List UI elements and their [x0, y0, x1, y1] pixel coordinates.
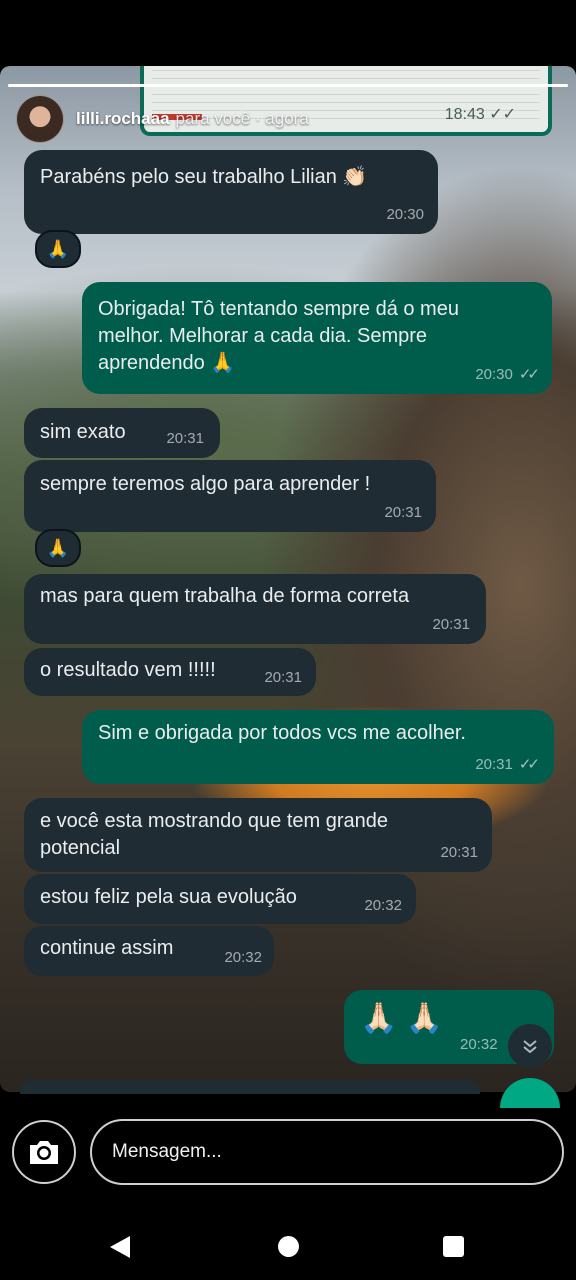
chevron-double-down-icon: [523, 1040, 537, 1054]
partial-message-bubble: [20, 1080, 480, 1094]
message-time: 20:31: [432, 616, 470, 633]
message-time: 20:31: [166, 430, 204, 447]
message-text: continue assim: [40, 937, 174, 959]
recents-icon[interactable]: [443, 1236, 464, 1257]
message-time: 20:31: [264, 669, 302, 686]
message-text: estou feliz pela sua evolução: [40, 886, 297, 908]
home-icon[interactable]: [278, 1236, 299, 1257]
message-input[interactable]: Mensagem...: [90, 1119, 564, 1185]
message-time: 20:32: [364, 897, 402, 914]
message-bubble: estou feliz pela sua evolução 20:32: [24, 874, 416, 924]
message-time: 20:32: [460, 1036, 498, 1053]
message-text: e você esta mostrando que tem grande pot…: [40, 810, 388, 859]
double-check-icon: ✓✓: [518, 366, 540, 383]
message-time: 20:31: [440, 844, 478, 861]
message-time: 20:32: [224, 949, 262, 966]
message-time: 20:30 ✓✓: [475, 366, 540, 383]
message-text: Parabéns pelo seu trabalho Lilian 👏🏻: [40, 166, 368, 188]
message-text: sim exato: [40, 421, 126, 443]
reaction-badge[interactable]: 🙏: [35, 230, 81, 268]
message-text: mas para quem trabalha de forma correta: [40, 585, 410, 607]
message-text: Sim e obrigada por todos vcs me acolher.: [98, 722, 466, 744]
camera-icon: [30, 1141, 58, 1164]
camera-button[interactable]: [12, 1120, 76, 1184]
back-icon[interactable]: [110, 1236, 130, 1258]
message-bubble: Obrigada! Tô tentando sempre dá o meu me…: [82, 282, 552, 394]
message-bubble: sim exato 20:31: [24, 408, 220, 458]
message-bubble: Sim e obrigada por todos vcs me acolher.…: [82, 710, 554, 784]
message-bubble: mas para quem trabalha de forma correta …: [24, 574, 486, 644]
message-text: 🙏🏻 🙏🏻: [360, 1002, 444, 1035]
message-bubble: e você esta mostrando que tem grande pot…: [24, 798, 492, 872]
embedded-time: 18:43 ✓✓: [444, 106, 516, 123]
message-text: sempre teremos algo para aprender !: [40, 473, 371, 495]
message-time: 20:31: [384, 504, 422, 521]
reaction-badge[interactable]: 🙏: [35, 529, 81, 567]
message-time: 20:30: [386, 206, 424, 223]
avatar[interactable]: [16, 95, 64, 143]
scroll-down-button[interactable]: [508, 1024, 552, 1068]
story-progress-bar: [8, 84, 568, 87]
story-subtitle: para você · agora: [175, 109, 309, 128]
username[interactable]: lilli.rochaaa: [76, 109, 170, 129]
double-check-icon: ✓✓: [518, 756, 540, 773]
message-bubble: o resultado vem !!!!! 20:31: [24, 648, 316, 696]
message-text: Obrigada! Tô tentando sempre dá o meu me…: [98, 298, 459, 374]
message-bubble: Parabéns pelo seu trabalho Lilian 👏🏻 20:…: [24, 150, 438, 234]
message-bubble: sempre teremos algo para aprender ! 20:3…: [24, 460, 436, 532]
message-bubble: continue assim 20:32: [24, 926, 274, 976]
message-time: 20:31 ✓✓: [475, 756, 540, 773]
story-header: lilli.rochaaa para você · agora: [16, 95, 309, 143]
message-text: o resultado vem !!!!!: [40, 659, 216, 681]
